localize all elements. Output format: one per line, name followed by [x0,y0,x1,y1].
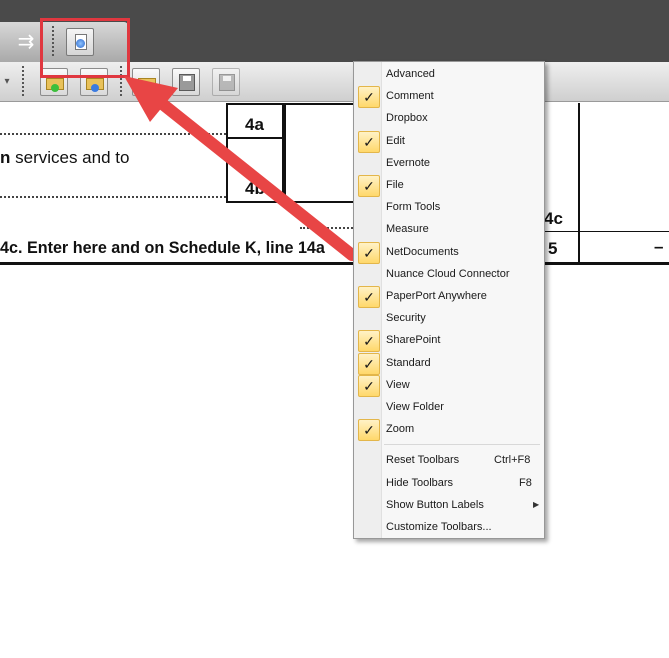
dotted-leader [300,227,360,229]
menu-shortcut: Ctrl+F8 [494,454,531,467]
save-as-button[interactable] [212,68,240,96]
checkmark-icon: ✓ [358,86,380,109]
save-as-icon [219,74,235,91]
menu-item-label: Standard [386,356,431,369]
submenu-arrow-icon: ▶ [533,499,540,509]
toolbar-context-menu: Advanced ✓ Comment Dropbox ✓ Edit Evernote ✓ Fil… [353,61,545,539]
menu-item-label: Nuance Cloud Connector [386,267,510,280]
menu-item-view[interactable]: ✓ View [356,374,542,397]
menu-item-label: Advanced [386,68,435,80]
form-bottom-rule [0,262,669,265]
divider [226,137,284,139]
menu-item-comment[interactable]: ✓ Comment [356,86,542,109]
save-icon [179,74,195,91]
menu-item-label: View Folder [386,401,444,413]
box-label-5: 5 [548,239,558,258]
divider [578,103,580,263]
form-line-text: n services and to [0,148,130,167]
menu-item-measure[interactable]: Measure [356,219,542,241]
checkmark-icon: ✓ [358,352,380,375]
menu-item-paperport-anywhere[interactable]: ✓ PaperPort Anywhere [356,286,542,308]
menu-item-sharepoint[interactable]: ✓ SharePoint [356,330,542,353]
menu-item-netdocuments[interactable]: ✓ NetDocuments [356,241,542,264]
menu-item-nuance-cloud-connector[interactable]: Nuance Cloud Connector [356,264,542,286]
checkmark-icon: ✓ [358,374,380,397]
menu-item-advanced[interactable]: Advanced [356,64,542,86]
menu-action-show-button-labels[interactable]: Show Button Labels ▶ [356,495,542,517]
menu-item-zoom[interactable]: ✓ Zoom [356,419,542,442]
document-page: n services and to 4a 4b 4c 5 – 4c. Enter… [0,103,669,658]
dotted-leader [0,133,226,135]
dash-text: – [654,237,664,256]
menu-item-label: Reset Toolbars [386,454,460,467]
menu-item-label: Evernote [386,156,431,169]
form-box-value[interactable] [284,103,358,203]
checkmark-icon: ✓ [358,241,380,264]
checkmark-icon: ✓ [358,175,380,197]
menu-action-customize-toolbars[interactable]: Customize Toolbars... [356,517,542,539]
menu-item-label: Security [386,312,426,325]
folder-open-button[interactable] [132,68,160,96]
menu-action-hide-toolbars[interactable]: Hide Toolbars F8 [356,473,542,495]
toolbar-dropdown-icon[interactable]: ▾ [0,70,14,94]
highlight-box [40,18,130,78]
menu-item-label: Comment [386,90,434,103]
menu-item-label: View [386,378,410,391]
folder-icon [138,78,156,90]
menu-item-file[interactable]: ✓ File [356,175,542,197]
divider [540,231,669,232]
menu-separator [384,444,540,446]
menu-item-label: Customize Toolbars... [386,521,492,533]
toolbar-grip[interactable] [22,66,24,98]
menu-item-edit[interactable]: ✓ Edit [356,130,542,153]
checkmark-icon: ✓ [358,286,380,308]
box-label-4c: 4c [544,209,563,228]
menu-item-label: SharePoint [386,334,441,347]
checkmark-icon: ✓ [358,130,380,153]
menu-item-label: Measure [386,223,429,236]
checkmark-icon: ✓ [358,419,380,442]
menu-item-label: Hide Toolbars [386,476,454,489]
menu-item-view-folder[interactable]: View Folder [356,397,542,419]
box-label-4a: 4a [245,115,264,134]
menu-action-reset-toolbars[interactable]: Reset Toolbars Ctrl+F8 [356,450,542,472]
menu-item-label: PaperPort Anywhere [386,290,487,302]
menu-item-label: NetDocuments [386,245,459,258]
menu-item-label: Edit [386,134,405,147]
menu-shortcut: F8 [519,476,532,489]
menu-item-label: File [386,179,404,191]
box-label-4b: 4b [245,179,265,198]
forward-arrow-icon[interactable]: ⇉ [12,30,40,54]
menu-item-label: Form Tools [386,201,441,214]
menu-item-standard[interactable]: ✓ Standard [356,352,542,375]
menu-item-label: Dropbox [386,112,428,125]
form-instruction-text: 4c. Enter here and on Schedule K, line 1… [0,238,325,257]
star-icon [51,84,59,92]
scan-icon [91,84,99,92]
menu-item-security[interactable]: Security [356,308,542,330]
checkmark-icon: ✓ [358,330,380,353]
menu-item-label: Zoom [386,423,415,436]
menu-item-dropbox[interactable]: Dropbox [356,108,542,130]
menu-item-form-tools[interactable]: Form Tools [356,197,542,219]
menu-item-label: Show Button Labels [386,498,484,511]
save-button[interactable] [172,68,200,96]
menu-item-evernote[interactable]: Evernote [356,153,542,175]
dotted-leader [0,196,226,198]
